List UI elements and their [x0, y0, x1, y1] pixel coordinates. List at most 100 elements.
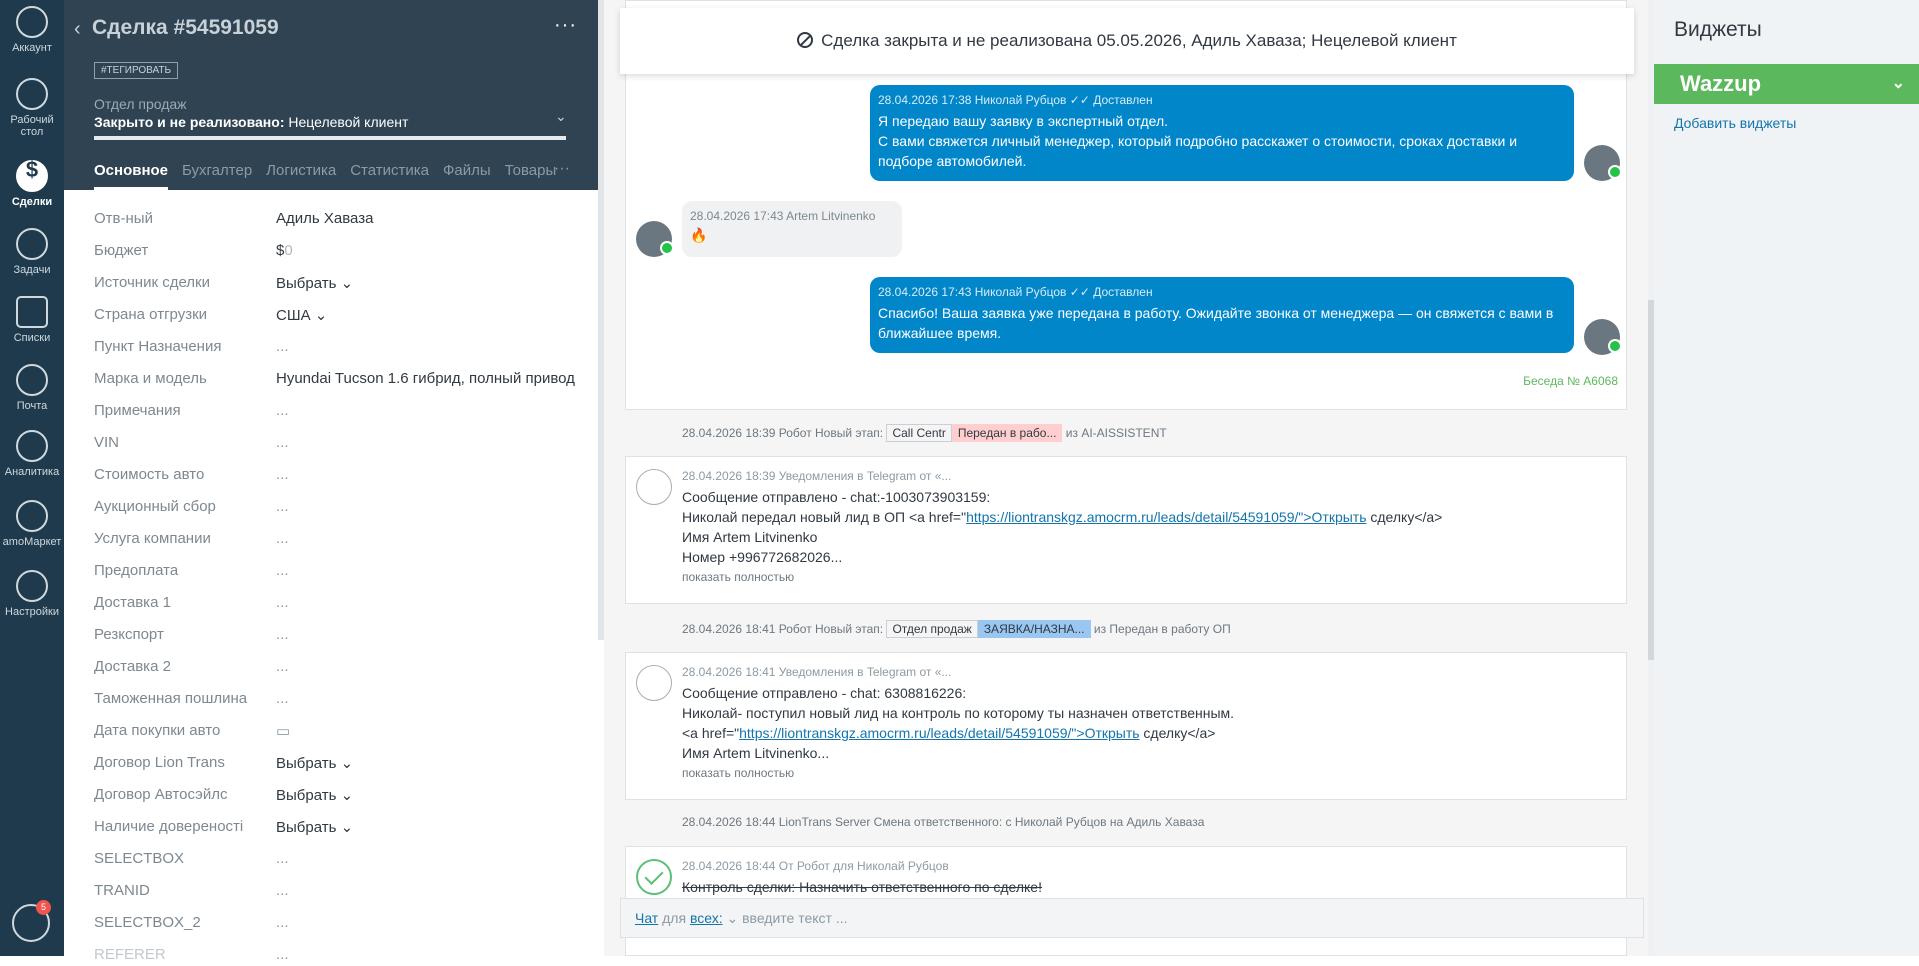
whatsapp-icon [1608, 339, 1622, 353]
avatar-icon [16, 6, 48, 38]
nav-dashboard[interactable]: Рабочий стол [0, 78, 64, 138]
add-widgets-link[interactable]: Добавить виджеты [1674, 115, 1796, 131]
check-icon[interactable] [636, 859, 672, 895]
pipeline-label: Отдел продаж [94, 96, 187, 112]
field-value[interactable]: Адиль Хаваза [276, 210, 576, 227]
nav-label: Списки [13, 332, 51, 344]
field-label: Аукционный сбор [94, 498, 216, 515]
field-row: Наличие довереності Выбрать ⌄ [94, 818, 590, 850]
field-value[interactable]: ... [276, 402, 576, 419]
nav-label: Сделки [11, 196, 53, 208]
nav-account[interactable]: Аккаунт [0, 6, 64, 54]
field-label: VIN [94, 434, 120, 451]
field-label: Резкспорт [94, 626, 164, 643]
budget-amount: 0 [284, 242, 293, 259]
field-row: SELECTBOX... [94, 850, 590, 882]
message-meta: 28.04.2026 17:43 Николай Рубцов ✓✓ Доста… [878, 285, 1153, 299]
field-value[interactable]: ... [276, 466, 576, 483]
field-value[interactable]: ... [276, 658, 576, 675]
tab-products[interactable]: Товары [505, 162, 557, 187]
field-value[interactable]: ... [276, 338, 576, 355]
responsible-change-event: 28.04.2026 18:44 LionTrans Server Смена … [682, 815, 1205, 829]
nav-tasks[interactable]: Задачи [0, 228, 64, 276]
field-value[interactable]: ... [276, 434, 576, 451]
event-tail: из AI-AISSISTENT [1065, 426, 1167, 440]
back-icon[interactable]: ‹ [74, 18, 81, 41]
note-line: Сообщение отправлено - chat:-10030739031… [682, 489, 991, 505]
field-label: TRANID [94, 882, 150, 899]
field-row: Резкспорт... [94, 626, 590, 658]
note-line: Сообщение отправлено - chat: 6308816226: [682, 685, 967, 701]
wazzup-widget[interactable]: Wazzup ⌄ [1654, 64, 1919, 104]
message-line: С вами свяжется личный менеджер, который… [878, 133, 1518, 149]
field-value[interactable]: $0 [276, 242, 576, 259]
field-value[interactable]: ... [276, 882, 576, 899]
chevron-down-icon[interactable]: ⌄ [555, 108, 567, 125]
field-value[interactable]: ... [276, 594, 576, 611]
field-row: Источник сделки Выбрать ⌄ [94, 274, 590, 306]
chat-mode-link[interactable]: Чат [635, 910, 658, 926]
status-bar [94, 136, 566, 140]
message-composer[interactable]: Чат для всех: ⌄ введите текст ... [620, 898, 1644, 938]
field-value[interactable]: ... [276, 850, 576, 867]
field-value[interactable]: ... [276, 946, 576, 963]
nav-mail[interactable]: Почта [0, 364, 64, 412]
tab-main[interactable]: Основное [94, 162, 169, 190]
message-input[interactable]: введите текст ... [742, 910, 847, 926]
stage-chip: Call Centr [886, 424, 952, 442]
field-select[interactable]: США ⌄ [276, 306, 576, 324]
chevron-down-icon[interactable]: ⌄ [1892, 64, 1905, 104]
field-select[interactable]: Выбрать ⌄ [276, 754, 576, 772]
field-select[interactable]: Выбрать ⌄ [276, 818, 576, 836]
nav-settings[interactable]: Настройки [0, 570, 64, 618]
field-select[interactable]: Выбрать ⌄ [276, 274, 576, 292]
field-row: Аукционный сбор... [94, 498, 590, 530]
notification-badge: 5 [36, 900, 51, 915]
tabs-more-button[interactable]: ··· [554, 160, 570, 178]
note-body: Сообщение отправлено - chat: 6308816226:… [682, 683, 1234, 783]
field-row: Стоимость авто... [94, 466, 590, 498]
more-menu-button[interactable]: ··· [554, 14, 577, 37]
field-row: Доставка 1... [94, 594, 590, 626]
field-row: Бюджет $0 [94, 242, 590, 274]
recipient-link[interactable]: всех: [690, 910, 723, 926]
market-icon [16, 500, 48, 532]
chevron-down-icon[interactable]: ⌄ [726, 910, 738, 926]
whatsapp-icon [660, 241, 674, 255]
deals-icon [16, 160, 48, 192]
message-line: подборе автомобилей. [878, 153, 1027, 169]
nav-analytics[interactable]: Аналитика [0, 430, 64, 478]
field-select[interactable]: Выбрать ⌄ [276, 786, 576, 804]
show-more-link[interactable]: показать полностью [682, 763, 1234, 783]
deal-fields: Отв-ный Адиль Хаваза Бюджет $0 Источник сд… [94, 210, 590, 966]
tab-statistics[interactable]: Статистика [350, 162, 429, 187]
conversation-link[interactable]: Беседа № A6068 [1523, 374, 1618, 388]
field-label: SELECTBOX [94, 850, 185, 867]
deal-link[interactable]: https://liontranskgz.amocrm.ru/leads/det… [966, 509, 1366, 525]
field-value[interactable]: ... [276, 690, 576, 707]
nav-deals[interactable]: Сделки [0, 160, 64, 208]
field-label: Пункт Назначения [94, 338, 222, 355]
field-row: Пункт Назначения... [94, 338, 590, 370]
calendar-icon[interactable]: ▭ [276, 722, 576, 740]
field-value[interactable]: ... [276, 498, 576, 515]
tab-files[interactable]: Файлы [443, 162, 491, 187]
nav-market[interactable]: amoМаркет [0, 500, 64, 548]
field-row: Услуга компании... [94, 530, 590, 562]
field-value[interactable]: Hyundai Tucson 1.6 гибрид, полный привод… [276, 370, 576, 387]
field-value[interactable]: ... [276, 562, 576, 579]
deal-link[interactable]: https://liontranskgz.amocrm.ru/leads/det… [739, 725, 1139, 741]
outgoing-message: 28.04.2026 17:38 Николай Рубцов ✓✓ Доста… [870, 85, 1574, 181]
dashboard-icon [16, 78, 48, 110]
tag-button[interactable]: #ТЕГИРОВАТЬ [94, 62, 179, 79]
field-value[interactable]: ... [276, 914, 576, 931]
show-more-link[interactable]: показать полностью [682, 567, 1442, 587]
widgets-panel: Виджеты Wazzup ⌄ Добавить виджеты [1654, 0, 1919, 956]
tab-accounting[interactable]: Бухгалтер [182, 162, 252, 187]
tab-logistics[interactable]: Логистика [266, 162, 336, 187]
deal-title: Сделка #54591059 [92, 16, 279, 39]
field-value[interactable]: ... [276, 530, 576, 547]
nav-lists[interactable]: Списки [0, 296, 64, 344]
status-select[interactable]: Закрыто и не реализовано: Нецелевой клие… [94, 114, 566, 130]
field-value[interactable]: ... [276, 626, 576, 643]
